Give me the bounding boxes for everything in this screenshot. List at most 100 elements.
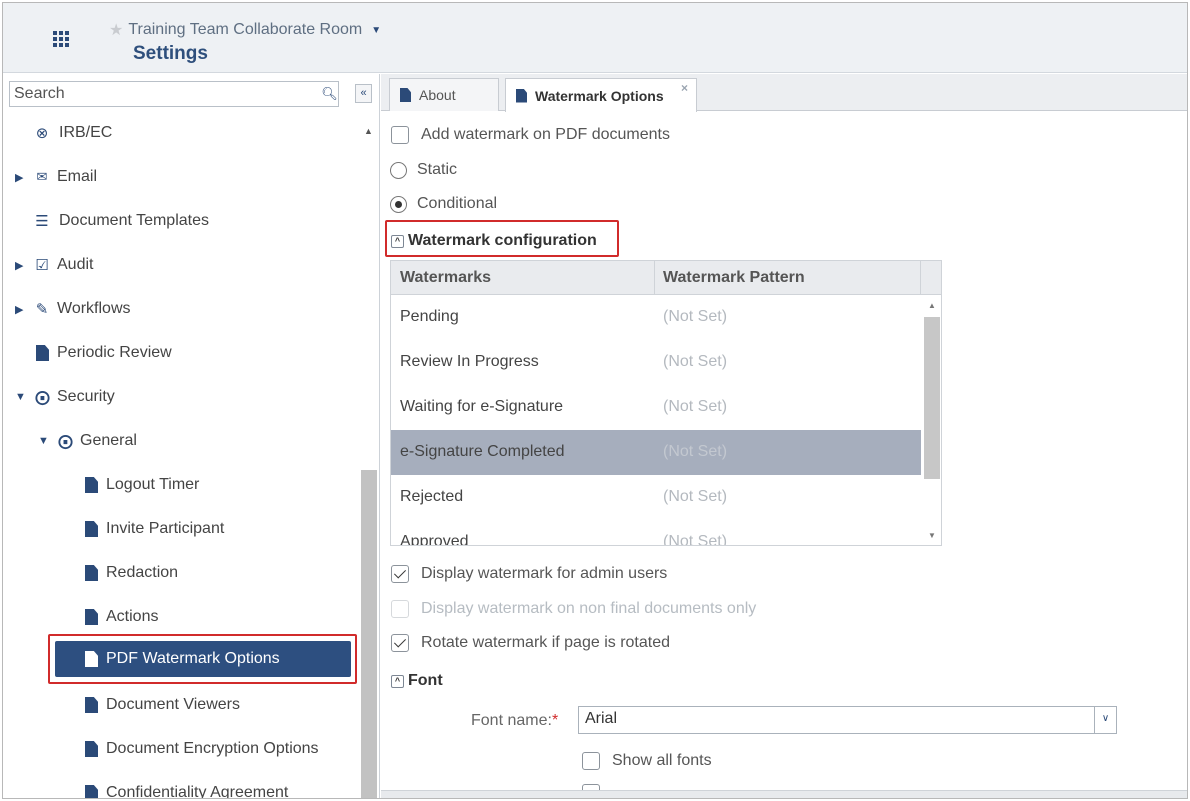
sidebar-item-audit[interactable]: ▶ ☑ Audit [15,250,93,280]
scrollbar-thumb[interactable] [361,470,377,798]
sidebar-item-general[interactable]: ▼ ⨀ General [38,426,137,456]
collapse-arrow-icon[interactable]: ▼ [15,391,27,403]
sidebar-item-email[interactable]: ▶ ✉ Email [15,162,97,192]
sidebar-item-irb-ec[interactable]: ⊗ IRB/EC [33,118,113,148]
collapse-sidebar-icon[interactable]: « [355,84,372,103]
keys-icon: ⨀ [35,389,50,406]
section-title: Font [408,672,443,689]
search-input[interactable] [9,81,339,107]
room-selector[interactable]: ★ Training Team Collaborate Room ▼ [109,20,381,40]
checkbox[interactable] [391,565,409,583]
add-watermark-checkbox[interactable]: Add watermark on PDF documents [391,126,670,144]
sidebar-item-confidentiality-agreement[interactable]: Confidentiality Agreement [85,778,289,799]
document-icon [85,785,98,798]
show-all-fonts-checkbox[interactable]: Show all fonts [582,752,712,770]
font-section-header[interactable]: ^ Font [391,672,443,690]
sidebar-item-redaction[interactable]: Redaction [85,558,178,588]
checkbox[interactable] [582,752,600,770]
column-header[interactable]: Watermark Pattern [663,269,805,287]
sidebar-item-label: Confidentiality Agreement [106,784,289,799]
sidebar-item-security[interactable]: ▼ ⨀ Security [15,382,115,412]
audit-icon: ☑ [35,257,49,274]
sidebar-item-label: Redaction [106,564,179,581]
tab-bar: About Watermark Options × [381,74,1187,112]
grid-header: Watermarks Watermark Pattern [391,261,941,295]
page-title: Settings [133,43,208,64]
watermark-pattern: (Not Set) [663,533,728,546]
sidebar-item-periodic-review[interactable]: Periodic Review [36,338,172,368]
document-icon [36,345,49,361]
tab-watermark-options[interactable]: Watermark Options × [505,78,697,112]
table-row[interactable]: Approved (Not Set) [391,520,921,546]
sidebar-item-label: IRB/EC [59,124,113,141]
radio[interactable] [390,161,407,179]
table-row[interactable]: Pending (Not Set) [391,295,921,340]
sidebar-scrollbar[interactable]: ▲ [361,124,377,798]
sidebar-item-label: Workflows [57,300,131,317]
watermark-name: Approved [400,533,469,546]
radio-label: Static [417,161,458,178]
apps-grid-icon[interactable] [53,31,69,47]
sidebar-item-label: Logout Timer [106,476,200,493]
sidebar-item-label: Document Viewers [106,696,240,713]
radio[interactable] [390,195,407,213]
search-icon[interactable]: 🔍︎ [321,84,338,103]
checkbox[interactable] [391,126,409,144]
tab-label: Watermark Options [535,87,664,104]
sidebar-item-label: Periodic Review [57,344,172,361]
table-row-selected[interactable]: e-Signature Completed (Not Set) [391,430,921,475]
watermark-pattern: (Not Set) [663,308,728,325]
sidebar-item-label: General [80,432,137,449]
watermark-name: Rejected [400,488,464,505]
scrollbar-thumb[interactable] [924,317,940,479]
document-icon [85,565,98,581]
watermark-pattern: (Not Set) [663,488,728,505]
expand-arrow-icon[interactable]: ▶ [15,171,27,184]
column-header[interactable]: Watermarks [400,269,491,287]
conditional-radio[interactable]: Conditional [390,195,497,213]
sidebar-item-actions[interactable]: Actions [85,602,158,632]
sidebar-item-workflows[interactable]: ▶ ✎ Workflows [15,294,131,324]
sidebar-item-label: Document Templates [59,212,209,229]
grid-scrollbar[interactable]: ▲ ▼ [922,295,941,545]
font-name-select[interactable]: Arial ∨ [578,706,1117,734]
table-row[interactable]: Rejected (Not Set) [391,475,921,520]
scroll-up-icon[interactable]: ▲ [364,126,373,136]
close-icon[interactable]: × [681,81,688,95]
sidebar-item-document-viewers[interactable]: Document Viewers [85,690,240,720]
expand-arrow-icon[interactable]: ▶ [15,259,27,272]
sidebar-item-logout-timer[interactable]: Logout Timer [85,470,199,500]
settings-tree: ⊗ IRB/EC ▶ ✉ Email ☰ Document Templates … [3,114,361,799]
watermark-name: Waiting for e-Signature [400,398,564,415]
tab-about[interactable]: About [389,78,499,111]
sidebar-item-document-templates[interactable]: ☰ Document Templates [33,206,209,236]
envelope-icon: ✉ [36,169,48,184]
expand-arrow-icon[interactable]: ▶ [15,303,27,316]
sidebar-item-document-encryption-options[interactable]: Document Encryption Options [85,734,319,764]
static-radio[interactable]: Static [390,161,457,179]
sidebar-item-invite-participant[interactable]: Invite Participant [85,514,224,544]
sidebar-item-label: Security [57,388,115,405]
scroll-up-icon[interactable]: ▲ [928,301,936,310]
pencil-icon: ✎ [35,301,49,318]
rotate-watermark-checkbox[interactable]: Rotate watermark if page is rotated [391,634,670,652]
caret-down-icon[interactable]: ▼ [371,25,381,36]
collapse-arrow-icon[interactable]: ▼ [38,435,50,447]
table-row[interactable]: Review In Progress (Not Set) [391,340,921,385]
collapse-section-icon[interactable]: ^ [391,674,404,688]
checkbox-label: Rotate watermark if page is rotated [421,634,671,651]
app-header: ★ Training Team Collaborate Room ▼ Setti… [3,3,1187,73]
display-admin-checkbox[interactable]: Display watermark for admin users [391,565,667,583]
checkbox-label: Add watermark on PDF documents [421,126,670,143]
checkbox-label: Show all fonts [612,752,712,769]
scroll-down-icon[interactable]: ▼ [928,531,936,540]
document-icon [85,477,98,493]
highlight-outline [48,634,357,684]
sidebar-search: 🔍︎ « [7,81,375,107]
watermark-name: Pending [400,308,459,325]
watermark-pattern: (Not Set) [663,398,728,415]
chevron-down-icon[interactable]: ∨ [1094,707,1116,733]
checkbox[interactable] [391,634,409,652]
table-row[interactable]: Waiting for e-Signature (Not Set) [391,385,921,430]
star-icon[interactable]: ★ [109,20,123,40]
